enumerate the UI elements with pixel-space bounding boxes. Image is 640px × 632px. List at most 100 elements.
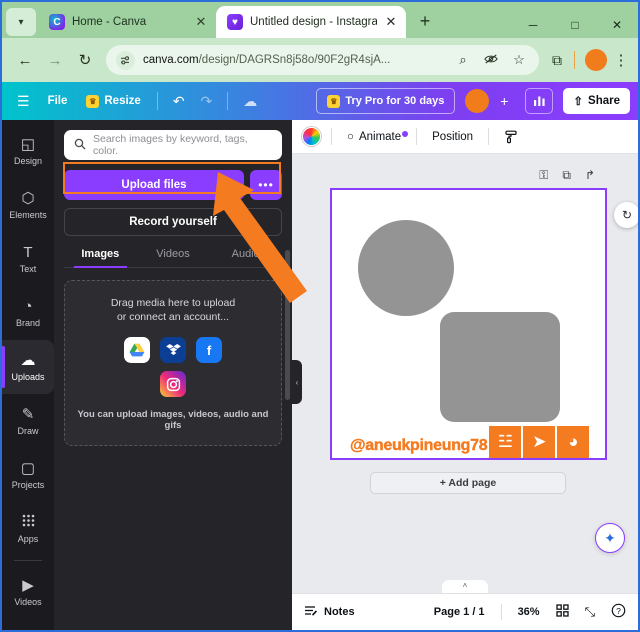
resize-button[interactable]: ♛ Resize bbox=[78, 94, 148, 108]
circle-shape[interactable] bbox=[358, 220, 454, 316]
page-indicator: Page 1 / 1 bbox=[433, 606, 485, 618]
canva-design-icon: ♥ bbox=[227, 14, 243, 30]
google-drive-icon[interactable] bbox=[124, 337, 150, 363]
record-yourself-button[interactable]: Record yourself bbox=[64, 208, 282, 236]
browser-toolbar: ← → ↻ canva.com/design/DAGRSn8j58o/90F2g… bbox=[2, 38, 638, 82]
canva-user-avatar[interactable] bbox=[465, 89, 490, 113]
canvas-viewport[interactable]: ⚿ ⧉ ↱ @aneukpineung78 ☳ ➤ ◕ ↻ + Add page… bbox=[292, 154, 638, 593]
watermark-handle-text: @aneukpineung78 bbox=[350, 437, 488, 454]
dropbox-icon[interactable] bbox=[160, 337, 186, 363]
sidebar-item-projects[interactable]: ▢ Projects bbox=[2, 448, 54, 502]
page-scroll-pill[interactable]: ˄ bbox=[442, 580, 488, 593]
file-menu-button[interactable]: File bbox=[39, 88, 77, 114]
facebook-icon[interactable]: f bbox=[196, 337, 222, 363]
search-icon[interactable]: ⌕ bbox=[453, 52, 473, 68]
tab-title: Home - Canva bbox=[72, 16, 147, 28]
sidebar-item-label: Elements bbox=[9, 209, 47, 220]
zoom-level[interactable]: 36% bbox=[518, 606, 540, 618]
close-window-button[interactable]: ✕ bbox=[596, 18, 638, 32]
profile-avatar[interactable] bbox=[585, 49, 607, 71]
watermark-group[interactable]: @aneukpineung78 ☳ ➤ ◕ bbox=[350, 426, 590, 458]
sidebar-item-label: Text bbox=[19, 263, 37, 274]
editor-bottombar: Notes Page 1 / 1 36% ⤡ ? bbox=[292, 593, 638, 630]
browser-tabstrip: ▾ C Home - Canva ✕ ♥ Untitled design - I… bbox=[2, 2, 638, 38]
browser-tab-home-canva[interactable]: C Home - Canva ✕ bbox=[38, 6, 216, 38]
brand-icon: ◔ bbox=[23, 297, 33, 315]
media-dropzone[interactable]: Drag media here to upload or connect an … bbox=[64, 280, 282, 446]
url-domain: canva.com bbox=[143, 54, 199, 66]
tab-close-icon[interactable]: ✕ bbox=[384, 14, 398, 30]
tab-list-chevron-icon[interactable]: ▾ bbox=[6, 8, 36, 36]
sidebar-item-videos[interactable]: ▶ Videos bbox=[2, 565, 54, 619]
canva-sidebar: ◱ Design ⬡ Elements T Text ◔ Brand ☁ Upl… bbox=[2, 120, 54, 630]
collapse-panel-chevron-icon[interactable]: ‹ bbox=[292, 360, 302, 404]
redo-icon[interactable]: ↷ bbox=[194, 88, 220, 114]
bottombar-right: Page 1 / 1 36% ⤡ ? bbox=[434, 603, 626, 621]
search-input[interactable]: Search images by keyword, tags, color. bbox=[64, 130, 282, 160]
help-icon[interactable]: ? bbox=[611, 603, 626, 621]
back-button[interactable]: ← bbox=[10, 45, 40, 75]
address-bar[interactable]: canva.com/design/DAGRSn8j58o/90F2gR4sjA.… bbox=[106, 45, 539, 75]
sidebar-item-brand[interactable]: ◔ Brand bbox=[2, 286, 54, 340]
instagram-icon[interactable] bbox=[160, 371, 186, 397]
panel-scrollbar[interactable] bbox=[285, 250, 290, 400]
tab-videos[interactable]: Videos bbox=[137, 248, 210, 267]
site-settings-icon[interactable] bbox=[116, 50, 135, 70]
reload-button[interactable]: ↻ bbox=[70, 45, 100, 75]
browser-menu-icon[interactable]: ⋮ bbox=[612, 51, 630, 69]
extensions-icon[interactable]: ⧉ bbox=[545, 52, 569, 69]
animate-button[interactable]: ○ Animate bbox=[342, 130, 409, 143]
fullscreen-expand-icon[interactable]: ⤡ bbox=[585, 604, 595, 620]
paint-roller-icon[interactable] bbox=[499, 130, 523, 144]
text-icon: T bbox=[23, 243, 33, 261]
tab-close-icon[interactable]: ✕ bbox=[194, 14, 208, 30]
tab-images[interactable]: Images bbox=[64, 248, 137, 268]
color-picker-icon[interactable] bbox=[302, 127, 321, 146]
design-page[interactable]: @aneukpineung78 ☳ ➤ ◕ bbox=[330, 188, 607, 460]
cloud-save-icon[interactable]: ☁ bbox=[236, 88, 264, 114]
search-placeholder: Search images by keyword, tags, color. bbox=[93, 133, 248, 157]
rotate-comment-button[interactable]: ↻ bbox=[614, 202, 638, 228]
add-collaborator-icon[interactable]: + bbox=[493, 90, 515, 112]
sidebar-item-label: Apps bbox=[17, 534, 39, 544]
new-tab-button[interactable]: + bbox=[414, 11, 436, 32]
topbar-divider bbox=[227, 92, 229, 110]
rounded-square-shape[interactable] bbox=[440, 312, 560, 422]
minimize-button[interactable]: ─ bbox=[512, 18, 554, 32]
toolbar-divider bbox=[574, 51, 575, 69]
sidebar-item-draw[interactable]: ✎ Draw bbox=[2, 394, 54, 448]
upload-actions-row: Upload files ••• bbox=[64, 170, 282, 200]
undo-icon[interactable]: ↶ bbox=[166, 88, 192, 114]
magic-studio-icon[interactable]: ✦ bbox=[595, 523, 625, 553]
hamburger-menu-icon[interactable]: ☰ bbox=[10, 88, 37, 114]
sidebar-item-uploads[interactable]: ☁ Uploads bbox=[2, 340, 54, 394]
grid-view-icon[interactable] bbox=[555, 604, 569, 620]
sidebar-item-text[interactable]: T Text bbox=[2, 232, 54, 286]
sidebar-item-elements[interactable]: ⬡ Elements bbox=[2, 178, 54, 232]
browser-tab-untitled-design[interactable]: ♥ Untitled design - Instagram ✕ bbox=[216, 6, 406, 38]
browser-window: ▾ C Home - Canva ✕ ♥ Untitled design - I… bbox=[0, 0, 640, 632]
bookmark-star-icon[interactable]: ☆ bbox=[509, 52, 529, 68]
share-label: Share bbox=[588, 95, 620, 107]
connect-account-row-1: f bbox=[124, 337, 222, 363]
sidebar-item-apps[interactable]: Apps bbox=[2, 502, 54, 556]
try-pro-label: Try Pro for 30 days bbox=[345, 95, 445, 107]
upload-files-button[interactable]: Upload files bbox=[64, 170, 244, 200]
unlock-icon[interactable]: ⚿ bbox=[539, 168, 548, 183]
tab-audio[interactable]: Audio bbox=[209, 248, 282, 267]
incognito-eye-icon[interactable] bbox=[481, 53, 501, 68]
add-page-button[interactable]: + Add page bbox=[370, 472, 566, 494]
add-page-icon[interactable]: ↱ bbox=[585, 168, 595, 183]
duplicate-page-icon[interactable]: ⧉ bbox=[562, 168, 571, 183]
upload-more-options-button[interactable]: ••• bbox=[250, 170, 282, 200]
insights-chart-icon[interactable] bbox=[525, 88, 554, 114]
search-icon bbox=[74, 138, 86, 153]
maximize-button[interactable]: □ bbox=[554, 18, 596, 32]
try-pro-button[interactable]: ♛ Try Pro for 30 days bbox=[316, 88, 456, 114]
forward-button[interactable]: → bbox=[40, 45, 70, 75]
position-button[interactable]: Position bbox=[427, 131, 478, 143]
share-button[interactable]: ⇧ Share bbox=[563, 88, 630, 114]
notes-button[interactable]: Notes bbox=[304, 605, 355, 620]
animate-icon: ○ bbox=[347, 130, 354, 143]
sidebar-item-design[interactable]: ◱ Design bbox=[2, 124, 54, 178]
